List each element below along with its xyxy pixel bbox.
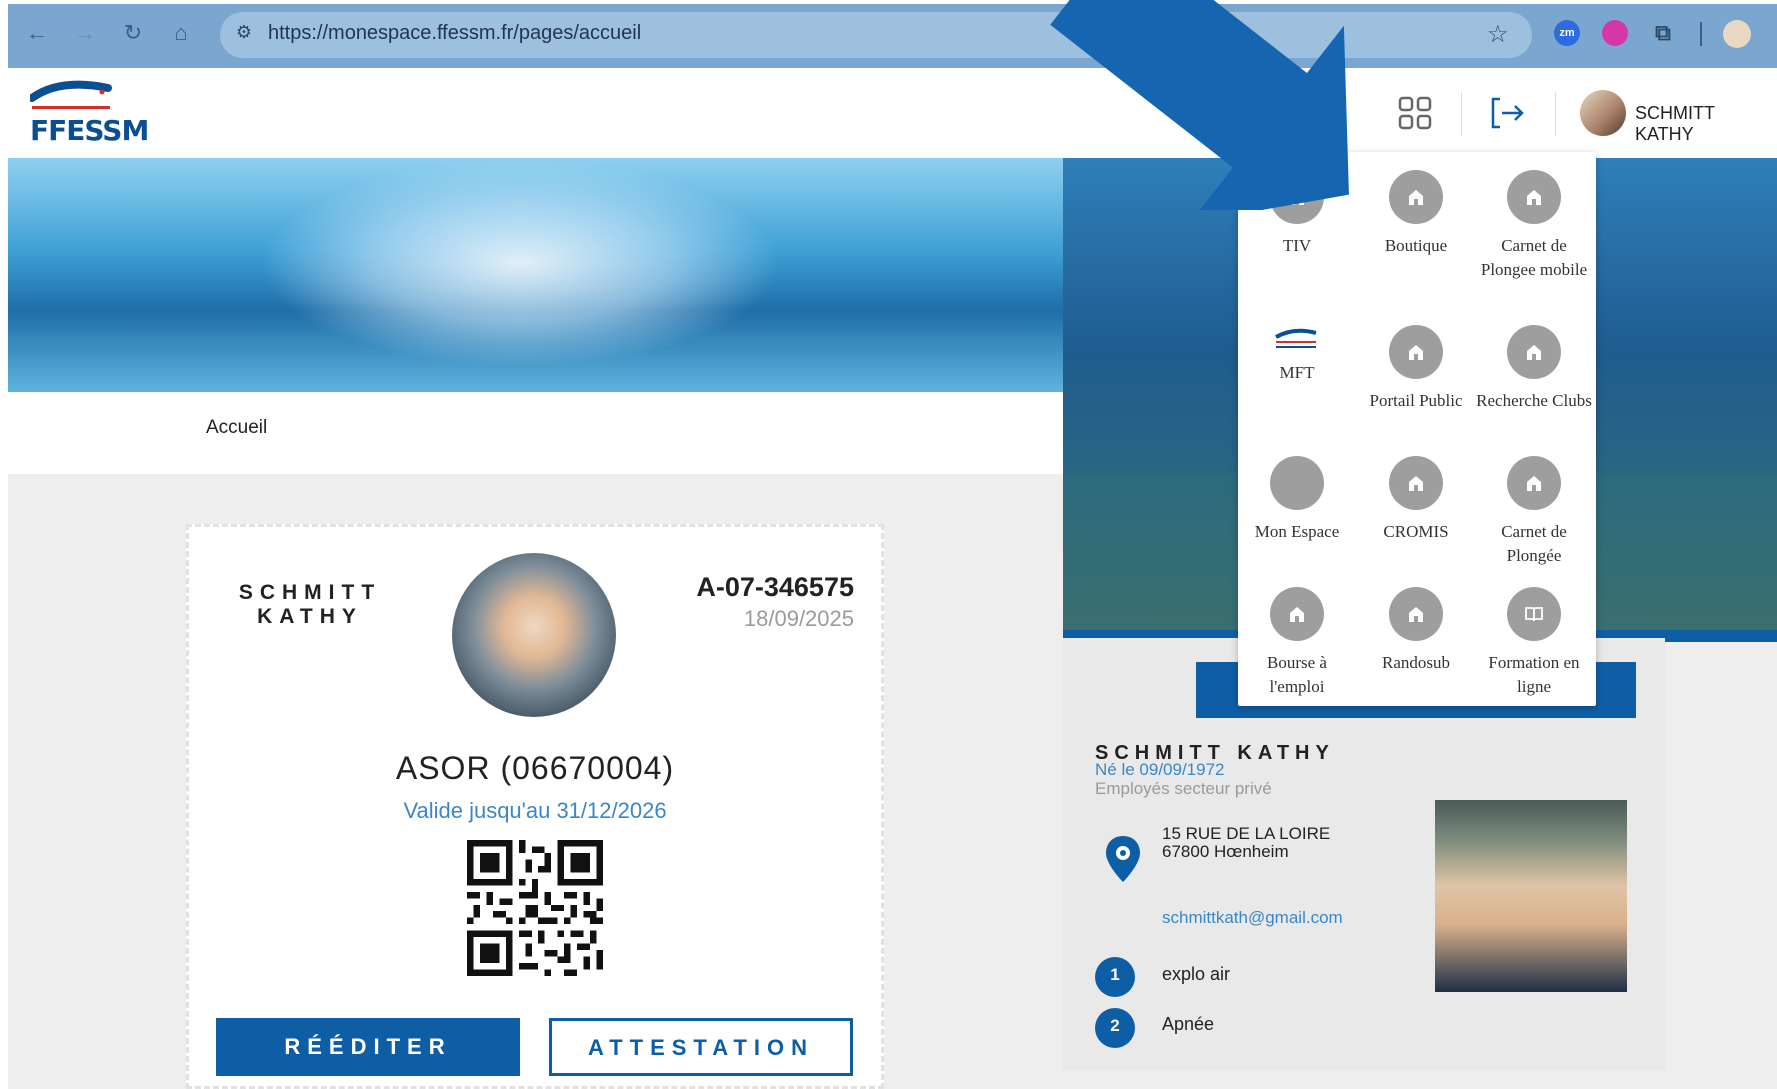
address-line-2: 67800 Hœnheim xyxy=(1162,842,1289,861)
home-icon xyxy=(1389,587,1443,641)
blank-circle-icon xyxy=(1270,456,1324,510)
home-icon xyxy=(1507,325,1561,379)
app-item-randosub[interactable]: Randosub xyxy=(1357,587,1475,675)
logout-icon[interactable] xyxy=(1490,96,1526,130)
app-item-label: Recherche Clubs xyxy=(1476,391,1592,410)
app-item-label: Carnet de Plongée xyxy=(1501,522,1567,565)
app-item-label: Boutique xyxy=(1384,236,1448,255)
banner-splash xyxy=(260,158,780,368)
app-item-formation-en-ligne[interactable]: Formation en ligne xyxy=(1475,587,1593,699)
back-icon[interactable]: ← xyxy=(26,22,48,44)
app-item-label: MFT xyxy=(1279,363,1315,382)
attestation-button[interactable]: ATTESTATION xyxy=(549,1018,853,1076)
annotation-arrow-icon xyxy=(1050,0,1349,210)
speciality-label: explo air xyxy=(1162,964,1231,984)
home-icon xyxy=(1507,170,1561,224)
reload-icon[interactable]: ↻ xyxy=(122,22,144,44)
home-icon xyxy=(1507,456,1561,510)
app-item-mon-espace[interactable]: Mon Espace xyxy=(1238,456,1356,544)
app-item-label: CROMIS xyxy=(1383,522,1449,541)
app-item-label: Mon Espace xyxy=(1254,522,1340,541)
breadcrumb[interactable]: Accueil xyxy=(206,417,267,439)
address-line-1: 15 RUE DE LA LOIRE xyxy=(1162,824,1331,843)
app-item-carnet-mobile[interactable]: Carnet de Plongee mobile xyxy=(1475,170,1593,282)
app-item-label: TIV xyxy=(1282,236,1312,255)
extension-icon[interactable] xyxy=(1602,20,1628,46)
app-item-label: Formation en ligne xyxy=(1488,653,1580,696)
profile-birth-date: Né le 09/09/1972 xyxy=(1095,760,1225,779)
app-item-label: Randosub xyxy=(1382,653,1450,672)
validity-text: Valide jusqu'au 31/12/2026 xyxy=(403,798,667,823)
license-date: 18/09/2025 xyxy=(743,606,854,631)
app-item-recherche-clubs[interactable]: Recherche Clubs xyxy=(1475,325,1593,413)
qr-code xyxy=(467,840,603,976)
app-item-cromis[interactable]: CROMIS xyxy=(1357,456,1475,544)
speciality-number-badge: 1 xyxy=(1095,957,1135,997)
profile-job: Employés secteur privé xyxy=(1095,779,1272,798)
header-user-name[interactable]: SCHMITT KATHY xyxy=(1635,103,1777,145)
club-name: ASOR (06670004) xyxy=(395,750,675,786)
logo-text[interactable]: FFESSM xyxy=(30,114,149,147)
app-item-bourse-emploi[interactable]: Bourse à l'emploi xyxy=(1238,587,1356,699)
browser-profile-avatar[interactable] xyxy=(1723,20,1751,48)
toolbar-divider xyxy=(1700,22,1702,46)
home-browser-icon[interactable]: ⌂ xyxy=(170,22,192,44)
url-text[interactable]: https://monespace.ffessm.fr/pages/accuei… xyxy=(268,22,641,45)
ffessm-logo-icon[interactable] xyxy=(30,76,114,114)
app-item-carnet-plongee[interactable]: Carnet de Plongée xyxy=(1475,456,1593,568)
header-divider xyxy=(1461,92,1462,136)
email-link[interactable]: schmittkath@gmail.com xyxy=(1162,908,1343,928)
profile-photo xyxy=(1435,800,1627,992)
breadcrumb-bar xyxy=(8,392,1063,474)
zoom-extension-icon[interactable]: zm xyxy=(1554,20,1580,46)
speciality-label: Apnée xyxy=(1162,1014,1215,1034)
avatar[interactable] xyxy=(1580,90,1626,136)
book-icon xyxy=(1507,587,1561,641)
reedit-button[interactable]: RÉÉDITER xyxy=(216,1018,520,1076)
extensions-puzzle-icon[interactable]: ⧉ xyxy=(1650,20,1676,46)
forward-icon[interactable]: → xyxy=(74,22,96,44)
location-pin-icon xyxy=(1106,836,1140,882)
site-settings-icon[interactable]: ⚙ xyxy=(232,22,256,46)
app-item-label: Bourse à l'emploi xyxy=(1267,653,1327,696)
app-item-portail-public[interactable]: Portail Public xyxy=(1357,325,1475,413)
speciality-number-badge: 2 xyxy=(1095,1008,1135,1048)
home-icon xyxy=(1389,325,1443,379)
card-photo xyxy=(452,553,616,717)
home-icon xyxy=(1270,587,1324,641)
header-divider xyxy=(1555,92,1556,136)
license-id: A-07-346575 xyxy=(696,572,854,602)
app-item-label: Portail Public xyxy=(1369,391,1463,410)
home-icon xyxy=(1389,456,1443,510)
app-item-mft[interactable]: MFT xyxy=(1238,325,1356,385)
bookmark-star-icon[interactable]: ☆ xyxy=(1487,20,1509,49)
app-item-label: Carnet de Plongee mobile xyxy=(1480,236,1588,279)
card-last-name: SCHMITT xyxy=(238,581,382,604)
mft-logo-icon xyxy=(1270,325,1324,355)
card-first-name: KATHY xyxy=(257,605,363,628)
